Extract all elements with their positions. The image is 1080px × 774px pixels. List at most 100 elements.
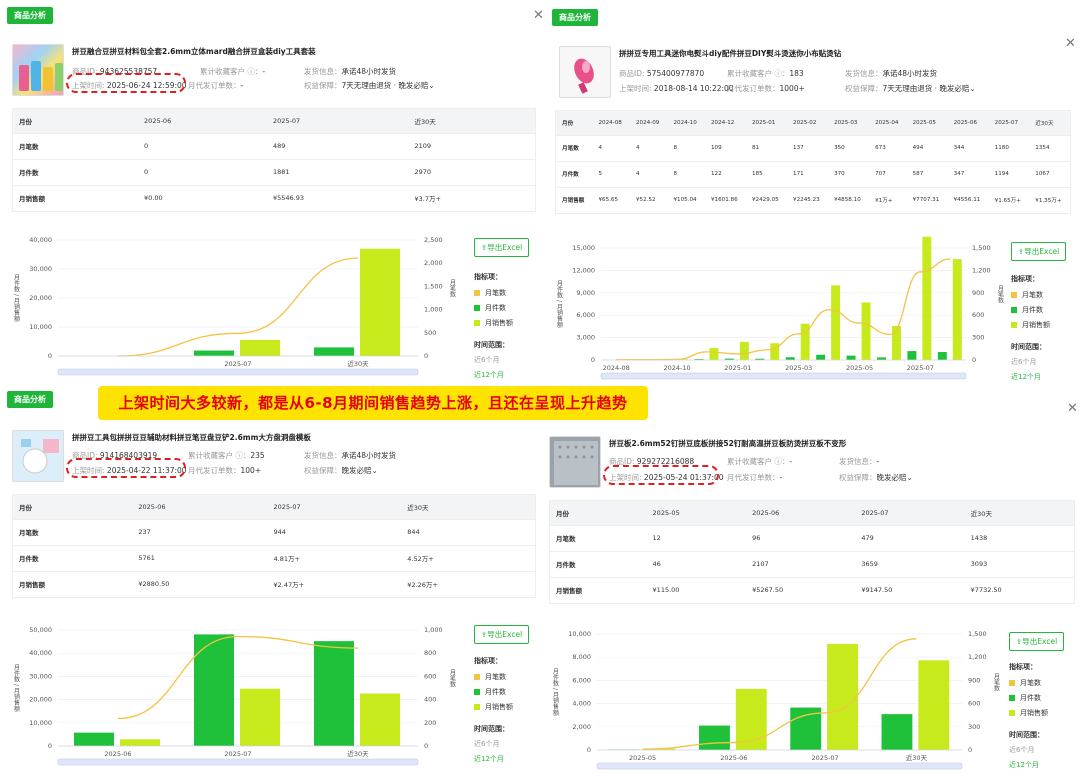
bar-units[interactable] (699, 725, 730, 750)
bar-sales[interactable] (240, 688, 280, 746)
close-icon[interactable]: ✕ (1067, 402, 1078, 415)
y-tick-left: 8,000 (572, 653, 591, 661)
product-info: 拼豆板2.6mm52钉拼豆底板拼接52钉耐高温拼豆板防烫拼豆板不变形 商品ID:… (549, 436, 1069, 494)
table-cell: 494 (906, 134, 948, 161)
product-title[interactable]: 拼豆板2.6mm52钉拼豆底板拼接52钉耐高温拼豆板防烫拼豆板不变形 (609, 438, 846, 449)
table-cell: 4.52万+ (401, 544, 535, 571)
legend-title: 指标项： (1009, 663, 1037, 671)
export-excel-button[interactable]: ⇪导出Excel (474, 625, 530, 644)
range-option-12m[interactable]: 近12个月 (1011, 372, 1050, 382)
bar-units[interactable] (314, 641, 354, 746)
bar-sales[interactable] (709, 348, 719, 360)
bar-sales[interactable] (922, 236, 932, 360)
bar-units[interactable] (194, 350, 234, 356)
bar-sales[interactable] (831, 285, 841, 360)
bar-units[interactable] (907, 351, 917, 360)
bar-units[interactable] (816, 354, 826, 360)
table-cell: ¥0.00 (138, 184, 267, 211)
bar-units[interactable] (785, 357, 795, 360)
x-tick-label: 2025-07 (224, 750, 251, 758)
bar-sales[interactable] (952, 259, 962, 360)
zoom-slider[interactable] (596, 762, 963, 770)
product-thumbnail[interactable] (549, 436, 601, 488)
legend-item[interactable]: 月件数 (1009, 693, 1048, 703)
y-axis-left-label: 月件数 / 月销售额 (13, 664, 20, 713)
orders-value: - (240, 81, 244, 90)
bar-units[interactable] (74, 732, 114, 746)
y-tick-right: 0 (968, 746, 972, 754)
line-orders (117, 257, 359, 357)
bar-sales[interactable] (360, 248, 400, 356)
product-thumbnail[interactable] (559, 46, 611, 98)
export-excel-button[interactable]: ⇪导出Excel (1009, 632, 1065, 651)
table-cell: 81 (746, 134, 788, 161)
bar-sales[interactable] (918, 660, 950, 750)
export-excel-button[interactable]: ⇪导出Excel (474, 238, 530, 257)
bar-sales[interactable] (770, 343, 780, 360)
table-cell: 月件数 (550, 550, 647, 577)
product-title[interactable]: 拼拼豆工具包拼拼豆豆辅助材料拼豆笔豆盘豆铲2.6mm大方盘洞盘模板 (72, 432, 311, 443)
legend-item[interactable]: 月件数 (474, 687, 513, 697)
bar-sales[interactable] (360, 693, 400, 746)
legend-item[interactable]: 月销售额 (474, 702, 513, 712)
listing-date-row: 上架时间: 2018-08-14 10:22:00 (619, 83, 734, 94)
y-tick-right: 2,500 (424, 236, 443, 244)
table-cell: 479 (855, 524, 965, 551)
legend-item[interactable]: 月笔数 (474, 288, 513, 298)
legend-item[interactable]: 月笔数 (474, 672, 513, 682)
bar-sales[interactable] (861, 302, 871, 360)
guarantee-value[interactable]: 7天无理由退货 · 晚发必赔⌄ (342, 81, 435, 90)
table-header-row: 月份 2025-06 2025-07 近30天 (13, 109, 535, 133)
legend-item[interactable]: 月销售额 (1009, 708, 1048, 718)
annotation-banner: 上架时间大多较新，都是从6-8月期间销售趋势上涨，且还在呈现上升趋势 (98, 386, 648, 420)
guarantee-value[interactable]: 晚发必赔⌄ (877, 473, 913, 482)
x-tick-label: 2025-05 (629, 754, 656, 762)
bar-sales[interactable] (120, 739, 160, 746)
range-option-12m[interactable]: 近12个月 (1009, 760, 1048, 770)
bar-sales[interactable] (240, 339, 280, 356)
table-cell: 4 (629, 134, 668, 161)
x-tick-label: 2025-03 (785, 364, 812, 372)
table-row: 月销售额 ¥0.00 ¥5546.93 ¥3.7万+ (13, 184, 535, 211)
table-cell: 2109 (408, 132, 535, 159)
legend-item[interactable]: 月件数 (1011, 305, 1050, 315)
legend-swatch (1011, 292, 1017, 298)
product-title[interactable]: 拼豆融合豆拼豆材料包全套2.6mm立体mard融合拼豆盒装diy工具套装 (72, 46, 316, 57)
bar-units[interactable] (937, 352, 947, 360)
favorites-label: 累计收藏客户 ⓘ： (727, 457, 790, 466)
range-option-12m[interactable]: 近12个月 (474, 370, 513, 380)
zoom-slider[interactable] (57, 368, 419, 376)
range-option-12m[interactable]: 近12个月 (474, 754, 513, 764)
legend-item[interactable]: 月销售额 (1011, 320, 1050, 330)
legend-item[interactable]: 月笔数 (1011, 290, 1050, 300)
legend-label: 月件数 (485, 688, 506, 696)
guarantee-value[interactable]: 晚发必赔⌄ (342, 466, 378, 475)
range-option-6m[interactable]: 近6个月 (474, 739, 513, 749)
bar-units[interactable] (881, 714, 913, 750)
product-thumbnail[interactable] (12, 430, 64, 482)
close-icon[interactable]: ✕ (533, 9, 544, 22)
bar-sales[interactable] (827, 643, 858, 750)
product-thumbnail[interactable] (12, 44, 64, 96)
export-excel-button[interactable]: ⇪导出Excel (1011, 242, 1067, 261)
legend-item[interactable]: 月笔数 (1009, 678, 1048, 688)
listing-date: 2018-08-14 10:22:00 (653, 84, 734, 93)
legend-item[interactable]: 月件数 (474, 303, 513, 313)
range-option-6m[interactable]: 近6个月 (1009, 745, 1048, 755)
table-cell: ¥9147.50 (855, 576, 965, 603)
bar-sales[interactable] (739, 341, 749, 360)
range-option-6m[interactable]: 近6个月 (1011, 357, 1050, 367)
bar-sales[interactable] (891, 325, 901, 360)
sales-table: 月份 2025-06 2025-07 近30天 月笔数 237 944 844 月件数 5761 4… (13, 495, 535, 597)
table-header-cell: 2024-12 (704, 111, 746, 135)
guarantee-value[interactable]: 7天无理由退货 · 晚发必赔⌄ (883, 84, 976, 93)
bar-units[interactable] (314, 347, 354, 356)
bar-units[interactable] (846, 355, 856, 360)
product-title[interactable]: 拼拼豆专用工具迷你电熨斗diy配件拼豆DIY熨斗烫迷你小布贴烫钻 (619, 48, 841, 59)
range-option-6m[interactable]: 近6个月 (474, 355, 513, 365)
zoom-slider[interactable] (600, 372, 967, 380)
legend-item[interactable]: 月销售额 (474, 318, 513, 328)
y-tick-right: 200 (424, 719, 436, 727)
zoom-slider[interactable] (57, 758, 419, 766)
favorites-value: 183 (789, 69, 804, 78)
